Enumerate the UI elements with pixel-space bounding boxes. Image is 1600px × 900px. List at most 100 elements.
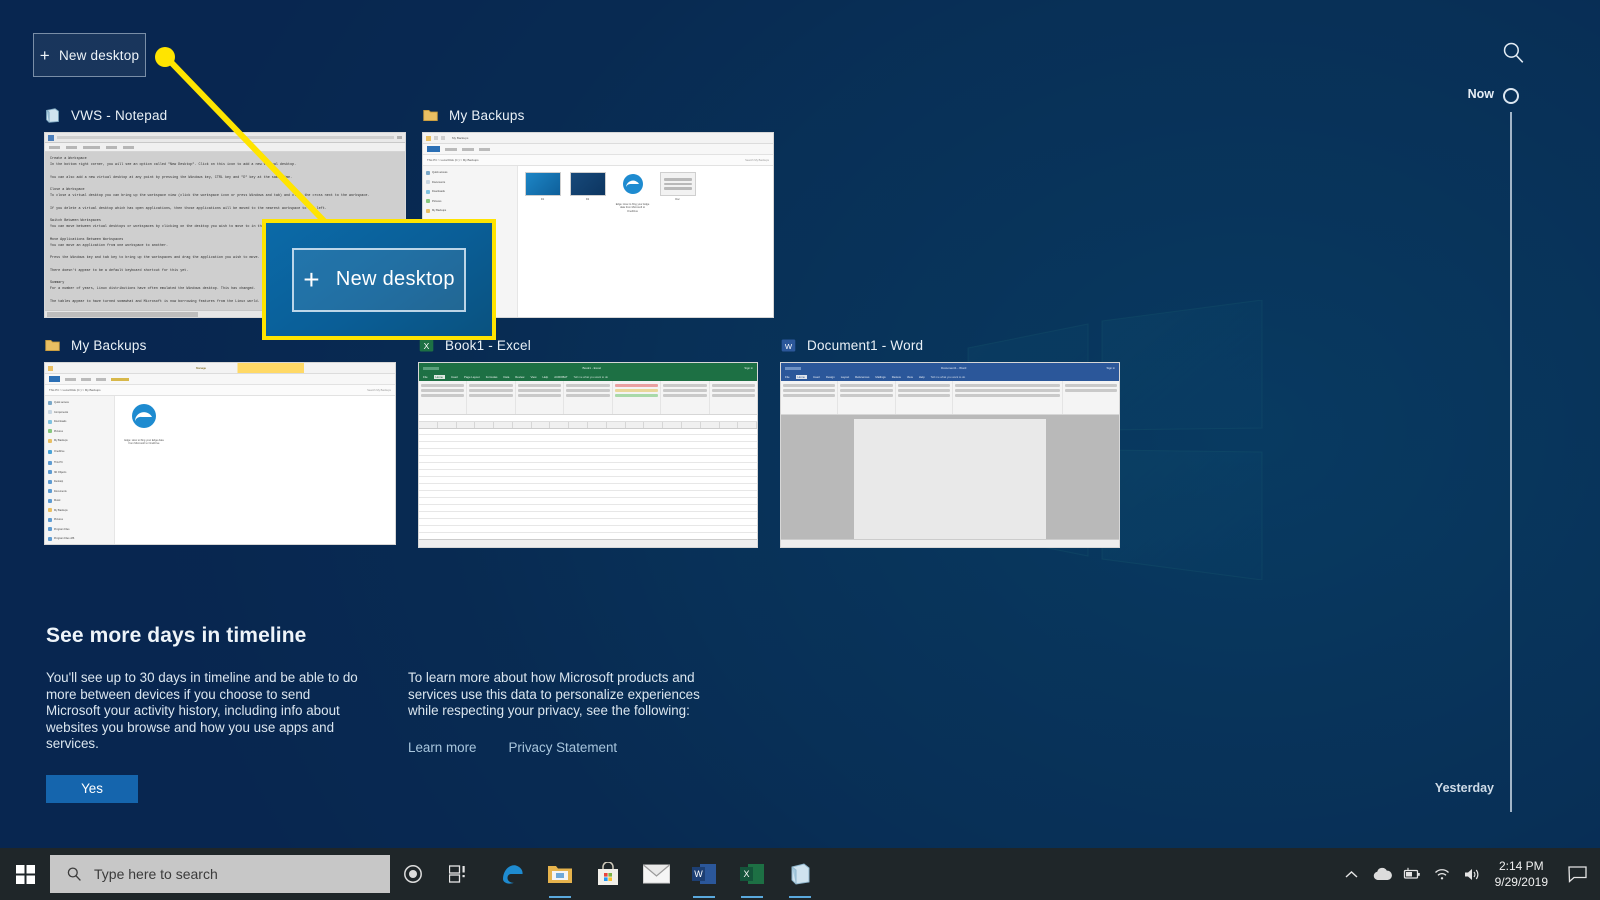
ribbon-tab[interactable]: Help: [919, 375, 925, 379]
file-tile[interactable]: Edge: How to fling your Edge data from M…: [615, 172, 651, 213]
yes-button[interactable]: Yes: [46, 774, 138, 803]
ribbon-tab[interactable]: References: [855, 375, 869, 379]
window-thumbnail-word[interactable]: W Document1 - Word Document1 - Word Sign…: [780, 332, 1120, 548]
battery-icon[interactable]: [1397, 848, 1427, 900]
explorer-address-text: This PC > Local Disk (C:) > My Backups: [49, 388, 101, 392]
window-thumbnail-excel[interactable]: X Book1 - Excel Book1 - Excel Sign in Fi…: [418, 332, 758, 548]
explorer-ribbon-tabs[interactable]: [45, 374, 395, 385]
nav-item-label: Program Files x86: [54, 537, 75, 540]
folder-icon: [45, 339, 60, 351]
ribbon-tab[interactable]: Help: [542, 375, 548, 379]
nav-item-label: 3D Objects: [54, 470, 67, 474]
ribbon-tab[interactable]: Page Layout: [464, 375, 480, 379]
ribbon-tab[interactable]: Data: [503, 375, 509, 379]
file-tile[interactable]: D2: [569, 172, 606, 213]
task-view-button[interactable]: [436, 848, 482, 900]
ribbon-tab[interactable]: Design: [826, 375, 835, 379]
explorer-address-text: This PC > Local Disk (C:) > My Backups: [427, 158, 479, 162]
nav-item-label: Downloads: [432, 190, 445, 193]
explorer-address-bar[interactable]: This PC > Local Disk (C:) > My Backups S…: [423, 155, 773, 166]
promo-links: Learn more Privacy Statement: [408, 740, 728, 755]
promo-columns: You'll see up to 30 days in timeline and…: [46, 670, 1000, 803]
excel-column-headers: [419, 422, 757, 429]
tell-me-box[interactable]: Tell me what you want to do: [931, 375, 966, 379]
ribbon-tab[interactable]: Mailings: [875, 375, 885, 379]
ribbon-tab[interactable]: Review: [892, 375, 901, 379]
excel-worksheet-grid[interactable]: [419, 429, 757, 539]
search-icon[interactable]: [1500, 40, 1526, 66]
new-desktop-button[interactable]: + New desktop: [33, 33, 146, 77]
explorer-file-list[interactable]: D1 D2 Edge: How to fling your Edge data …: [518, 166, 774, 317]
callout-new-desktop-button[interactable]: + New desktop: [292, 247, 466, 312]
taskbar-app-notepad[interactable]: [776, 848, 824, 900]
explorer-search-box[interactable]: Search My Backups: [745, 159, 769, 162]
word-icon: W: [692, 864, 716, 884]
nav-item-label: Quick access: [432, 171, 448, 174]
chevron-up-icon[interactable]: [1337, 848, 1367, 900]
ribbon-tab[interactable]: Layout: [841, 375, 849, 379]
file-tile[interactable]: Doc: [659, 172, 696, 213]
ribbon-tab[interactable]: Insert: [451, 375, 458, 379]
timeline-now-handle[interactable]: [1503, 88, 1519, 104]
ribbon-tab[interactable]: ACROBAT: [554, 375, 567, 379]
word-ribbon-tabs[interactable]: File Home Insert Design Layout Reference…: [781, 373, 1119, 381]
explorer-titlebar: My Backups: [423, 133, 773, 144]
file-tile-label: D1: [540, 198, 545, 201]
privacy-statement-link[interactable]: Privacy Statement: [508, 740, 617, 755]
taskbar-app-mail[interactable]: [632, 848, 680, 900]
thumbnail-title: My Backups: [71, 337, 147, 353]
nav-item-label: Quick access: [54, 401, 69, 404]
learn-more-link[interactable]: Learn more: [408, 740, 476, 755]
ribbon-tab[interactable]: File: [785, 375, 790, 379]
onedrive-cloud-icon[interactable]: [1367, 848, 1397, 900]
explorer-body: Quick access Components Downloads Pictur…: [45, 396, 395, 544]
explorer-address-bar[interactable]: This PC > Local Disk (C:) > My Backups S…: [45, 385, 395, 396]
taskbar-app-microsoft-store[interactable]: [584, 848, 632, 900]
file-tile-label: Edge: How to fling your Edge data from M…: [615, 203, 650, 213]
wifi-icon[interactable]: [1427, 848, 1457, 900]
start-button[interactable]: [0, 848, 50, 900]
timeline-yesterday-label: Yesterday: [1434, 781, 1494, 795]
search-input[interactable]: Type here to search: [50, 855, 390, 893]
clock[interactable]: 2:14 PM 9/29/2019: [1487, 858, 1560, 890]
timeline-rail[interactable]: [1510, 112, 1512, 812]
file-tile[interactable]: D1: [524, 172, 561, 213]
cortana-button[interactable]: [390, 848, 436, 900]
ribbon-tab[interactable]: Home: [795, 375, 807, 379]
word-document-canvas[interactable]: [781, 415, 1119, 539]
action-center-button[interactable]: [1560, 848, 1594, 900]
ribbon-tab[interactable]: Formulas: [486, 375, 498, 379]
search-placeholder-text: Type here to search: [94, 866, 218, 882]
ribbon-tab[interactable]: Review: [515, 375, 524, 379]
taskbar-app-word[interactable]: W: [680, 848, 728, 900]
thumbnail-title: Document1 - Word: [807, 337, 924, 353]
manage-tab-label: Manage: [196, 366, 207, 370]
taskbar-app-file-explorer[interactable]: [536, 848, 584, 900]
annotation-pointer-dot: [155, 47, 175, 67]
excel-formula-bar[interactable]: [419, 415, 757, 422]
ribbon-tab[interactable]: File: [423, 375, 428, 379]
ribbon-tab[interactable]: View: [530, 375, 536, 379]
explorer-file-list[interactable]: Edge: How to fling your Edge data from M…: [115, 396, 395, 544]
excel-ribbon[interactable]: [419, 381, 757, 415]
file-tile[interactable]: Edge: How to fling your Edge data from M…: [122, 402, 166, 446]
excel-ribbon-tabs[interactable]: File Home Insert Page Layout Formulas Da…: [419, 373, 757, 381]
nav-item-label: Program Files: [54, 527, 70, 531]
excel-icon: X: [740, 864, 764, 884]
cortana-icon: [404, 865, 422, 883]
ribbon-tab[interactable]: Home: [433, 375, 445, 379]
taskbar-app-list: W X: [488, 848, 824, 900]
window-thumbnail-my-backups-bottom[interactable]: My Backups Manage This PC > Local Disk (…: [44, 332, 396, 545]
nav-item-label: This PC: [54, 461, 63, 464]
volume-icon[interactable]: [1457, 848, 1487, 900]
taskbar-app-edge[interactable]: [488, 848, 536, 900]
explorer-navigation-pane[interactable]: Quick access Components Downloads Pictur…: [45, 396, 115, 544]
tell-me-box[interactable]: Tell me what you want to do: [574, 375, 609, 379]
taskbar-app-excel[interactable]: X: [728, 848, 776, 900]
nav-item-label: Components: [54, 410, 69, 414]
ribbon-tab[interactable]: Insert: [813, 375, 820, 379]
explorer-ribbon-tabs[interactable]: [423, 144, 773, 155]
word-ribbon[interactable]: [781, 381, 1119, 415]
ribbon-tab[interactable]: View: [907, 375, 913, 379]
explorer-search-box[interactable]: Search My Backups: [367, 389, 391, 392]
